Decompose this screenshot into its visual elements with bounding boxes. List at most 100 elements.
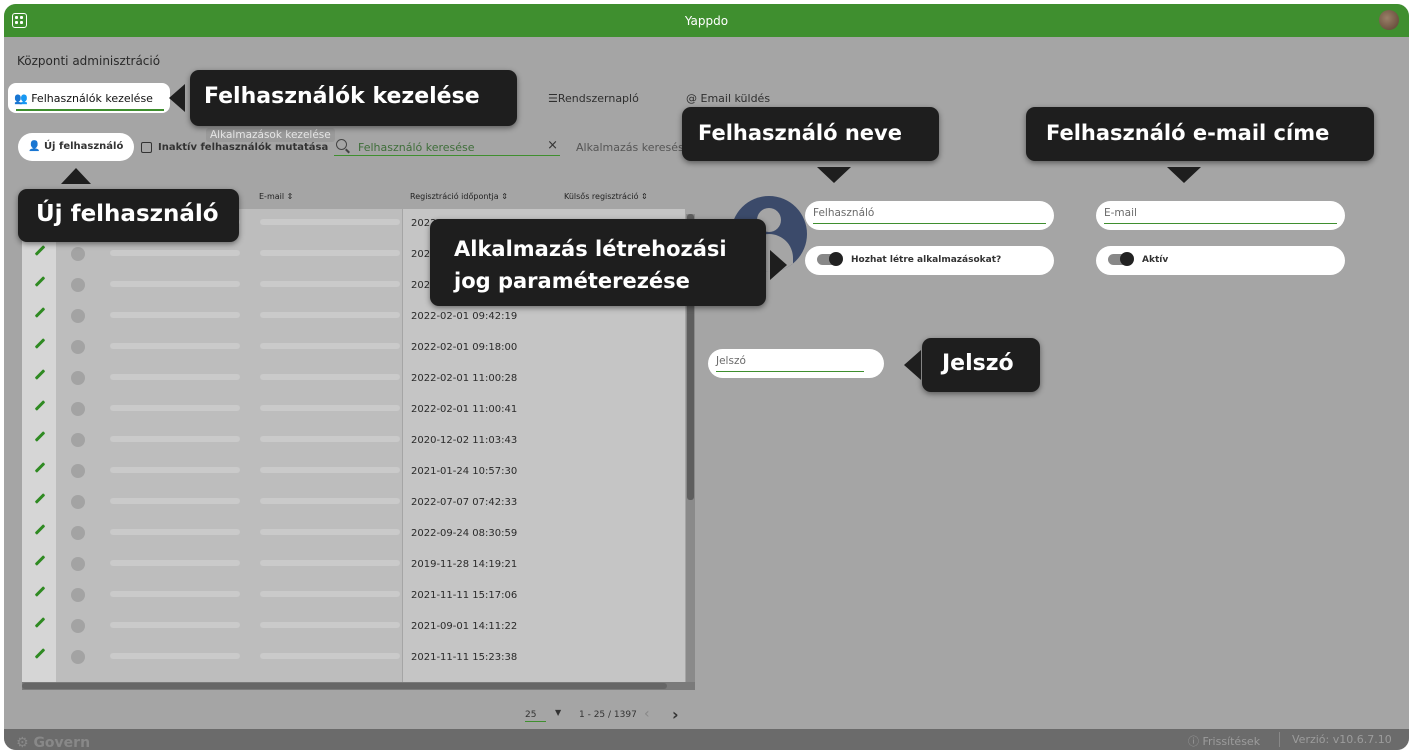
edit-icon[interactable] [34, 400, 46, 411]
column-header-external[interactable]: Külsős regisztráció ⇕ [564, 192, 648, 201]
registration-date: 2022-09-24 08:30:59 [411, 528, 518, 539]
blurred-text [110, 529, 240, 535]
horizontal-scrollbar[interactable] [22, 682, 695, 690]
blurred-text [260, 281, 400, 287]
user-search-input[interactable]: Felhasználó keresése × [334, 138, 560, 156]
registration-date: 2020-12-02 11:03:43 [411, 435, 518, 446]
edit-icon[interactable] [34, 648, 46, 659]
clear-icon[interactable]: × [547, 138, 558, 153]
table-row[interactable] [22, 517, 402, 548]
new-user-button[interactable]: 👤 Új felhasználó [18, 133, 134, 161]
blurred-text [110, 622, 240, 628]
blurred-text [110, 498, 240, 504]
ghost-tab-tooltip: Alkalmazások kezelése [206, 128, 335, 142]
password-input[interactable]: Jelszó [716, 355, 864, 372]
blurred-text [260, 405, 400, 411]
email-input[interactable]: E-mail [1104, 207, 1337, 224]
list-icon: ☰ [548, 92, 558, 105]
table-row[interactable] [22, 455, 402, 486]
edit-icon[interactable] [34, 431, 46, 442]
show-inactive-checkbox[interactable]: Inaktív felhasználók mutatása [141, 142, 328, 153]
blurred-text [260, 312, 400, 318]
table-row[interactable] [22, 548, 402, 579]
registration-date: 2021-01-24 10:57:30 [411, 466, 518, 477]
registration-date: 2019-11-28 14:19:21 [411, 559, 518, 570]
edit-icon[interactable] [34, 462, 46, 473]
can-create-apps-toggle-row[interactable]: Hozhat létre alkalmazásokat? [805, 246, 1054, 275]
edit-icon[interactable] [34, 369, 46, 380]
edit-icon[interactable] [34, 338, 46, 349]
row-avatar-icon [71, 464, 85, 478]
info-icon: ⓘ [1188, 735, 1199, 748]
footer-divider [1279, 732, 1280, 747]
edit-icon[interactable] [34, 586, 46, 597]
users-icon: 👥 [14, 92, 28, 105]
callout-pointer [1167, 167, 1201, 183]
registration-date: 2022-02-01 11:00:28 [411, 373, 518, 384]
table-row[interactable] [22, 424, 402, 455]
status-bar: ⚙ Govern ⓘ Frissítések Verzió: v10.6.7.1… [4, 729, 1409, 750]
username-field[interactable]: Felhasználó [805, 201, 1054, 230]
table-row[interactable] [22, 300, 402, 331]
updates-link[interactable]: ⓘ Frissítések [1188, 733, 1260, 749]
checkbox-box[interactable] [141, 142, 152, 153]
blurred-text [110, 343, 240, 349]
username-input[interactable]: Felhasználó [813, 207, 1046, 224]
app-search-input[interactable]: Alkalmazás keresése [576, 141, 691, 154]
blurred-text [110, 374, 240, 380]
row-avatar-icon [71, 495, 85, 509]
edit-icon[interactable] [34, 245, 46, 256]
can-create-apps-label: Hozhat létre alkalmazásokat? [851, 255, 1002, 265]
tab-system-log[interactable]: ☰Rendszernapló [548, 92, 639, 105]
blurred-text [110, 312, 240, 318]
table-row[interactable] [22, 641, 402, 672]
blurred-text [260, 374, 400, 380]
table-row[interactable] [22, 362, 402, 393]
blurred-text [110, 591, 240, 597]
table-row[interactable] [22, 486, 402, 517]
blurred-text [110, 405, 240, 411]
user-avatar[interactable] [1379, 10, 1399, 30]
edit-icon[interactable] [34, 276, 46, 287]
edit-icon[interactable] [34, 617, 46, 628]
blurred-text [110, 281, 240, 287]
callout-user-name: Felhasználó neve [682, 107, 939, 161]
row-avatar-icon [71, 371, 85, 385]
active-toggle-row[interactable]: Aktív [1096, 246, 1345, 275]
at-icon: @ [686, 92, 697, 105]
active-toggle[interactable] [1108, 252, 1134, 266]
prev-page-icon[interactable]: ‹ [644, 706, 650, 722]
table-row[interactable] [22, 269, 402, 300]
tab-users[interactable]: 👥 Felhasználók kezelése [8, 83, 170, 113]
edit-icon[interactable] [34, 555, 46, 566]
edit-icon[interactable] [34, 307, 46, 318]
table-row[interactable] [22, 238, 402, 269]
brand-name: Govern [33, 735, 91, 750]
registration-date: 2022-02-01 11:00:41 [411, 404, 518, 415]
column-header-email[interactable]: E-mail ⇕ [259, 192, 293, 201]
new-user-label: Új felhasználó [43, 141, 124, 152]
table-row[interactable] [22, 331, 402, 362]
tab-email[interactable]: @ Email küldés [686, 92, 770, 105]
page-size-dropdown-icon[interactable]: ▼ [555, 708, 561, 717]
registration-date: 2022-02-01 09:42:19 [411, 311, 518, 322]
password-field[interactable]: Jelszó [708, 349, 884, 378]
callout-app-right: Alkalmazás létrehozási jog paraméterezés… [430, 219, 766, 306]
page-size-select[interactable]: 25 [525, 710, 547, 722]
blurred-text [260, 219, 400, 225]
edit-icon[interactable] [34, 524, 46, 535]
next-page-icon[interactable]: › [672, 705, 679, 724]
edit-icon[interactable] [34, 493, 46, 504]
callout-new-user: Új felhasználó [18, 189, 239, 242]
row-avatar-icon [71, 340, 85, 354]
blurred-text [260, 591, 400, 597]
can-create-apps-toggle[interactable] [817, 252, 843, 266]
users-table-body [22, 209, 402, 689]
table-row[interactable] [22, 579, 402, 610]
table-row[interactable] [22, 393, 402, 424]
email-field[interactable]: E-mail [1096, 201, 1345, 230]
column-header-registration[interactable]: Regisztráció időpontja ⇕ [410, 192, 508, 201]
govern-logo-icon: ⚙ [16, 735, 29, 750]
hscroll-thumb[interactable] [22, 683, 667, 689]
table-row[interactable] [22, 610, 402, 641]
